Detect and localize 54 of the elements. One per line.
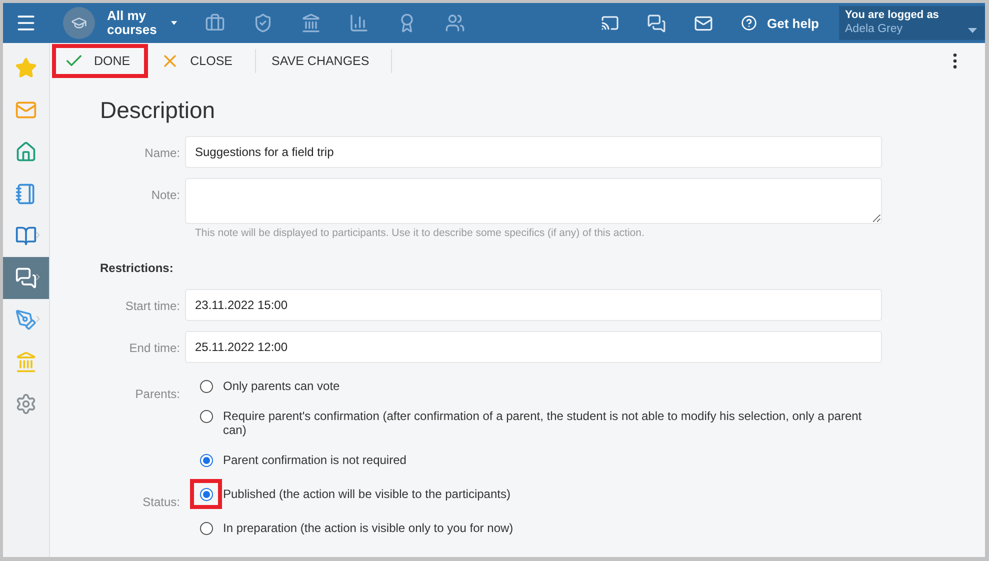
course-menu[interactable]: All my courses (107, 9, 177, 37)
help-icon (740, 15, 757, 31)
highlighted-radio-button[interactable] (190, 479, 222, 509)
bar-chart-icon[interactable] (349, 13, 369, 33)
option-label: Only parents can vote (223, 378, 340, 393)
section-heading: Restrictions: (100, 261, 174, 275)
field-hint: This note will be displayed to participants. Use it to describe some specifics (if any) of this action. (195, 227, 646, 239)
chat-bubbles-icon[interactable] (646, 14, 666, 32)
caret-icon (170, 20, 177, 26)
sidebar-item[interactable] (3, 257, 49, 299)
option-label: Parent confirmation is not required (223, 452, 406, 467)
shield-icon[interactable] (253, 13, 273, 33)
user-menu[interactable]: You are logged as Adela Grey (839, 6, 985, 40)
notebook-icon (15, 183, 37, 205)
cast-icon[interactable] (600, 14, 619, 32)
house-icon (15, 141, 37, 163)
option-label: In preparation (the action is visible only to you for now) (223, 520, 514, 535)
field-label: End time: (129, 340, 180, 357)
radio-button[interactable] (200, 410, 212, 422)
bank-icon[interactable] (301, 13, 321, 33)
name-field[interactable]: Suggestions for a field trip (185, 136, 882, 168)
book-icon (15, 225, 37, 247)
radio-button[interactable] (200, 380, 212, 392)
radio-button[interactable] (200, 454, 212, 466)
graduation-cap-icon[interactable] (63, 7, 95, 39)
user-name: Adela Grey (845, 23, 903, 35)
note-field[interactable] (185, 178, 882, 224)
people-icon[interactable] (445, 13, 465, 33)
help-link[interactable]: Get help (740, 15, 819, 31)
field-label: Note: (151, 187, 180, 204)
section-title: Description (100, 97, 216, 124)
option-label: Published (the action will be visible to the participants) (223, 486, 510, 501)
settings-icon (15, 393, 37, 415)
done-button[interactable]: DONE (52, 44, 148, 78)
chat-bubbles-icon (15, 267, 37, 289)
save-button[interactable]: SAVE CHANGES (260, 44, 388, 78)
bank-icon (15, 351, 37, 373)
briefcase-icon[interactable] (205, 13, 225, 33)
field-label: Status: (142, 494, 180, 511)
envelope-icon[interactable] (694, 14, 713, 32)
radio-button[interactable] (200, 522, 212, 534)
user-caption: You are logged as (845, 9, 940, 21)
envelope-icon (15, 99, 37, 121)
star-icon (15, 57, 37, 79)
field-label: Name: (144, 145, 180, 162)
pen-icon (15, 309, 37, 331)
field-label: Start time: (125, 298, 180, 315)
end-time-field[interactable]: 25.11.2022 12:00 (185, 331, 882, 363)
close-button[interactable]: CLOSE (148, 44, 251, 78)
radio-button[interactable] (200, 488, 212, 500)
caret-icon (968, 28, 977, 33)
option-label: Require parent's confirmation (after confirmation of a parent, the student is not able to modify his selection, only a parent can) (223, 408, 863, 437)
field-label: Parents: (135, 386, 180, 403)
start-time-field[interactable]: 23.11.2022 15:00 (185, 289, 882, 321)
